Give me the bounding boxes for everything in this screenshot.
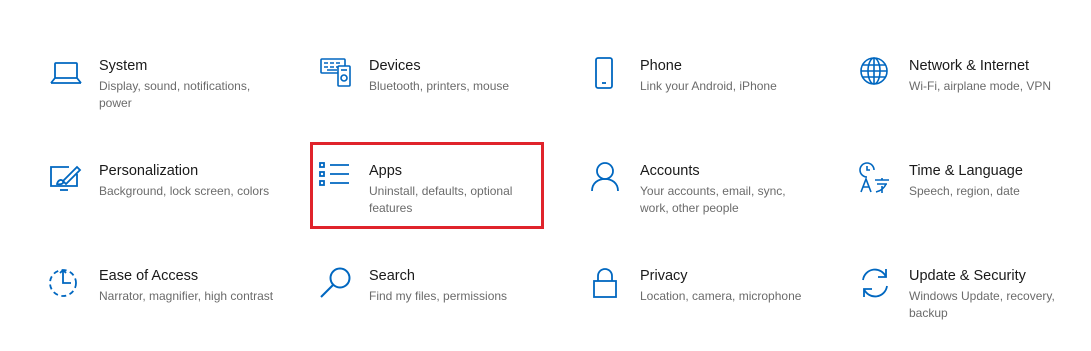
tile-title: Privacy — [640, 268, 688, 284]
tile-description: Speech, region, date — [909, 184, 1020, 198]
tile-phone[interactable]: Phone Link your Android, iPhone — [590, 57, 830, 141]
tile-personalization[interactable]: Personalization Background, lock screen,… — [49, 162, 289, 246]
tile-title: Phone — [640, 58, 682, 74]
lock-icon — [590, 267, 624, 301]
tile-title: Network & Internet — [909, 58, 1030, 74]
devices-icon — [319, 57, 353, 91]
tile-description: Your accounts, email, sync, work, other … — [640, 184, 786, 215]
search-icon — [319, 267, 353, 301]
ease-of-access-icon — [49, 267, 83, 301]
tile-privacy[interactable]: Privacy Location, camera, microphone — [590, 267, 830, 351]
tile-description: Bluetooth, printers, mouse — [369, 79, 510, 93]
tile-description: Background, lock screen, colors — [99, 184, 270, 198]
tile-description: Narrator, magnifier, high contrast — [99, 289, 274, 303]
tile-description: Location, camera, microphone — [640, 289, 802, 303]
tile-description: Link your Android, iPhone — [640, 79, 777, 93]
apps-highlight-box — [310, 142, 544, 229]
tile-title: Time & Language — [909, 163, 1023, 179]
tile-title: Personalization — [99, 163, 199, 179]
tile-accounts[interactable]: Accounts Your accounts, email, sync, wor… — [590, 162, 830, 246]
tile-description: Display, sound, notifications, power — [99, 79, 251, 110]
tile-description: Find my files, permissions — [369, 289, 508, 303]
laptop-icon — [49, 57, 83, 91]
tile-title: Accounts — [640, 163, 700, 179]
globe-icon — [859, 57, 893, 91]
tile-title: Devices — [369, 58, 421, 74]
tile-update-security[interactable]: Update & Security Windows Update, recove… — [859, 267, 1091, 351]
tile-description: Windows Update, recovery, backup — [909, 289, 1055, 320]
tile-description: Wi-Fi, airplane mode, VPN — [909, 79, 1052, 93]
settings-grid: System Display, sound, notifications, po… — [0, 0, 1091, 332]
tile-system[interactable]: System Display, sound, notifications, po… — [49, 57, 289, 141]
tile-time-language[interactable]: Time & Language Speech, region, date — [859, 162, 1091, 246]
tile-search[interactable]: Search Find my files, permissions — [319, 267, 559, 351]
refresh-icon — [859, 267, 893, 301]
tile-ease-of-access[interactable]: Ease of Access Narrator, magnifier, high… — [49, 267, 289, 351]
tile-title: Ease of Access — [99, 268, 199, 284]
tile-network-internet[interactable]: Network & Internet Wi-Fi, airplane mode,… — [859, 57, 1091, 141]
tile-title: Update & Security — [909, 268, 1026, 284]
time-language-icon — [859, 162, 893, 196]
tile-devices[interactable]: Devices Bluetooth, printers, mouse — [319, 57, 559, 141]
person-icon — [590, 162, 624, 196]
paint-screen-icon — [49, 162, 83, 196]
tile-title: System — [99, 58, 148, 74]
tile-title: Search — [369, 268, 415, 284]
phone-icon — [590, 57, 624, 91]
